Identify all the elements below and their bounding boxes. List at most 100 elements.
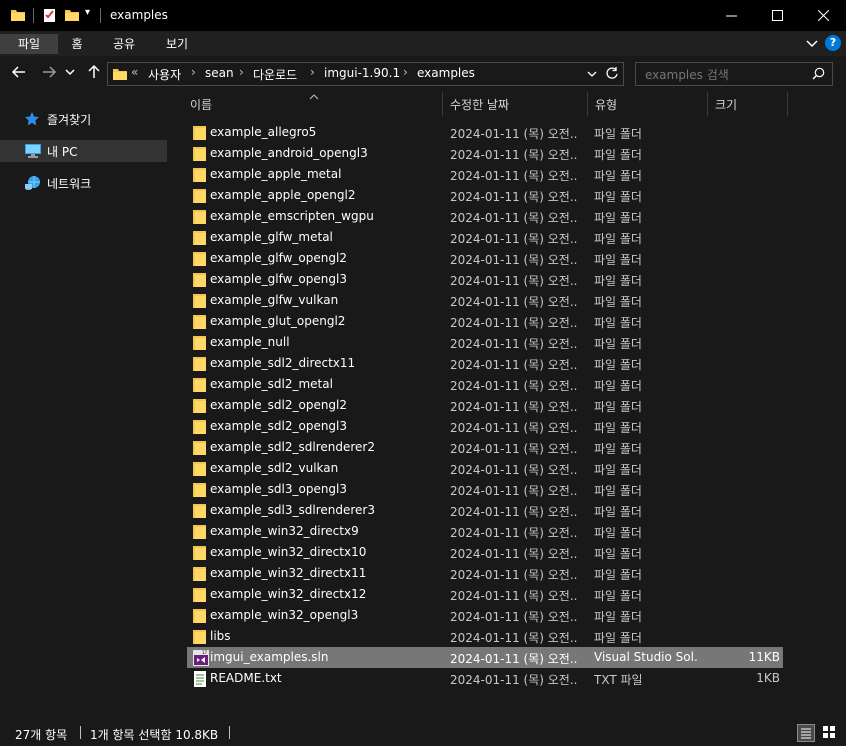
tab-view[interactable]: 보기	[157, 34, 197, 54]
file-row[interactable]: example_sdl2_directx11 2024-01-11 (목) 오전.…	[187, 353, 783, 374]
up-button[interactable]	[84, 62, 104, 82]
breadcrumb-separator[interactable]: ›	[191, 65, 196, 79]
file-type: 파일 폴더	[594, 484, 642, 498]
folder-icon	[193, 293, 206, 309]
expand-ribbon-icon[interactable]	[805, 36, 819, 53]
minimize-button[interactable]	[708, 0, 754, 31]
file-type: 파일 폴더	[594, 253, 642, 267]
sidebar-item-label: 네트워크	[47, 177, 92, 191]
file-row[interactable]: example_sdl2_vulkan 2024-01-11 (목) 오전... 파…	[187, 458, 783, 479]
file-type: 파일 폴더	[594, 568, 642, 582]
file-date-modified: 2024-01-11 (목) 오전...	[450, 274, 577, 288]
breadcrumb-sean[interactable]: sean	[205, 66, 234, 80]
file-date-modified: 2024-01-11 (목) 오전...	[450, 547, 577, 561]
file-name: example_sdl2_opengl2	[210, 398, 348, 412]
sidebar-item-network[interactable]: 네트워크	[0, 172, 167, 194]
file-row[interactable]: README.txt 2024-01-11 (목) 오전... TXT 파일 1KB	[187, 668, 783, 689]
breadcrumb-examples[interactable]: examples	[417, 66, 475, 80]
file-name: example_sdl3_opengl3	[210, 482, 348, 496]
file-row[interactable]: example_win32_directx9 2024-01-11 (목) 오전.…	[187, 521, 783, 542]
back-button[interactable]	[9, 62, 29, 82]
refresh-icon[interactable]	[605, 66, 619, 83]
file-type: 파일 폴더	[594, 589, 642, 603]
file-row[interactable]: example_win32_directx12 2024-01-11 (목) 오전…	[187, 584, 783, 605]
search-input[interactable]	[643, 65, 807, 84]
maximize-button[interactable]	[754, 0, 800, 31]
file-type: 파일 폴더	[594, 526, 642, 540]
file-row[interactable]: example_sdl2_opengl2 2024-01-11 (목) 오전...…	[187, 395, 783, 416]
file-row[interactable]: example_sdl2_opengl3 2024-01-11 (목) 오전...…	[187, 416, 783, 437]
file-type: 파일 폴더	[594, 547, 642, 561]
vs-solution-icon: 17	[193, 650, 209, 666]
file-type: 파일 폴더	[594, 421, 642, 435]
file-type: 파일 폴더	[594, 400, 642, 414]
file-row[interactable]: example_android_opengl3 2024-01-11 (목) 오전…	[187, 143, 783, 164]
star-icon	[24, 111, 42, 127]
tab-home[interactable]: 홈	[62, 34, 92, 54]
folder-icon	[193, 146, 206, 162]
file-row[interactable]: example_null 2024-01-11 (목) 오전... 파일 폴더	[187, 332, 783, 353]
file-name: example_sdl2_opengl3	[210, 419, 348, 433]
folder-icon	[193, 524, 206, 540]
file-row[interactable]: example_glut_opengl2 2024-01-11 (목) 오전...…	[187, 311, 783, 332]
column-header: 이름 수정한 날짜 유형 크기	[178, 90, 846, 116]
file-row[interactable]: example_sdl3_opengl3 2024-01-11 (목) 오전...…	[187, 479, 783, 500]
file-date-modified: 2024-01-11 (목) 오전...	[450, 337, 577, 351]
file-row[interactable]: example_win32_directx10 2024-01-11 (목) 오전…	[187, 542, 783, 563]
folder-icon	[193, 335, 206, 351]
file-row[interactable]: example_sdl2_sdlrenderer2 2024-01-11 (목) …	[187, 437, 783, 458]
address-bar[interactable]: « 사용자 › sean › 다운로드 › imgui-1.90.1 › exa…	[107, 62, 624, 86]
breadcrumb-separator[interactable]: ›	[403, 65, 408, 79]
file-date-modified: 2024-01-11 (목) 오전...	[450, 463, 577, 477]
file-name: imgui_examples.sln	[210, 650, 329, 664]
search-icon[interactable]	[812, 67, 825, 83]
file-row[interactable]: example_glfw_vulkan 2024-01-11 (목) 오전... 파…	[187, 290, 783, 311]
file-name: example_null	[210, 335, 290, 349]
large-icons-view-icon[interactable]	[821, 724, 839, 742]
breadcrumb-separator[interactable]: ›	[310, 65, 315, 79]
file-date-modified: 2024-01-11 (목) 오전...	[450, 505, 577, 519]
column-name[interactable]: 이름	[190, 96, 212, 113]
close-button[interactable]	[800, 0, 846, 31]
file-row[interactable]: example_allegro5 2024-01-11 (목) 오전... 파일 폴…	[187, 122, 783, 143]
file-row[interactable]: example_win32_opengl3 2024-01-11 (목) 오전..…	[187, 605, 783, 626]
breadcrumb-users[interactable]: 사용자	[148, 66, 181, 83]
file-row[interactable]: example_glfw_opengl3 2024-01-11 (목) 오전...…	[187, 269, 783, 290]
file-type: 파일 폴더	[594, 610, 642, 624]
title-bar: ▾ examples	[0, 0, 846, 31]
breadcrumb-imgui[interactable]: imgui-1.90.1	[324, 66, 400, 80]
file-row[interactable]: example_glfw_opengl2 2024-01-11 (목) 오전...…	[187, 248, 783, 269]
file-row[interactable]: example_glfw_metal 2024-01-11 (목) 오전... 파일…	[187, 227, 783, 248]
file-row[interactable]: example_emscripten_wgpu 2024-01-11 (목) 오전…	[187, 206, 783, 227]
file-row[interactable]: 17 imgui_examples.sln 2024-01-11 (목) 오전...…	[187, 647, 783, 668]
file-row[interactable]: example_sdl3_sdlrenderer3 2024-01-11 (목) …	[187, 500, 783, 521]
sidebar-item-this-pc[interactable]: 내 PC	[0, 140, 167, 162]
column-type[interactable]: 유형	[595, 96, 617, 113]
recent-locations-button[interactable]	[63, 62, 77, 82]
address-dropdown-icon[interactable]	[587, 68, 597, 82]
details-view-icon[interactable]	[797, 724, 815, 742]
file-row[interactable]: example_apple_metal 2024-01-11 (목) 오전... 파…	[187, 164, 783, 185]
file-date-modified: 2024-01-11 (목) 오전...	[450, 442, 577, 456]
file-row[interactable]: example_apple_opengl2 2024-01-11 (목) 오전..…	[187, 185, 783, 206]
forward-button[interactable]	[39, 62, 59, 82]
help-icon[interactable]: ?	[825, 35, 841, 51]
properties-icon[interactable]	[42, 7, 58, 26]
breadcrumb-downloads[interactable]: 다운로드	[253, 66, 297, 83]
breadcrumb-separator[interactable]: ›	[239, 65, 244, 79]
file-row[interactable]: libs 2024-01-11 (목) 오전... 파일 폴더	[187, 626, 783, 647]
overflow-chevron-icon[interactable]: «	[131, 65, 138, 79]
tab-file[interactable]: 파일	[0, 34, 58, 54]
column-size[interactable]: 크기	[715, 96, 737, 113]
sidebar-item-favorites[interactable]: 즐겨찾기	[0, 108, 167, 130]
folder-icon	[193, 230, 206, 246]
folder-icon	[193, 188, 206, 204]
customize-toolbar-icon[interactable]: ▾	[85, 7, 90, 18]
tab-share[interactable]: 공유	[104, 34, 144, 54]
folder-icon	[193, 587, 206, 603]
column-date-modified[interactable]: 수정한 날짜	[450, 96, 509, 113]
file-row[interactable]: example_sdl2_metal 2024-01-11 (목) 오전... 파일…	[187, 374, 783, 395]
search-box[interactable]	[635, 62, 833, 86]
new-folder-icon[interactable]	[64, 7, 80, 26]
file-row[interactable]: example_win32_directx11 2024-01-11 (목) 오전…	[187, 563, 783, 584]
